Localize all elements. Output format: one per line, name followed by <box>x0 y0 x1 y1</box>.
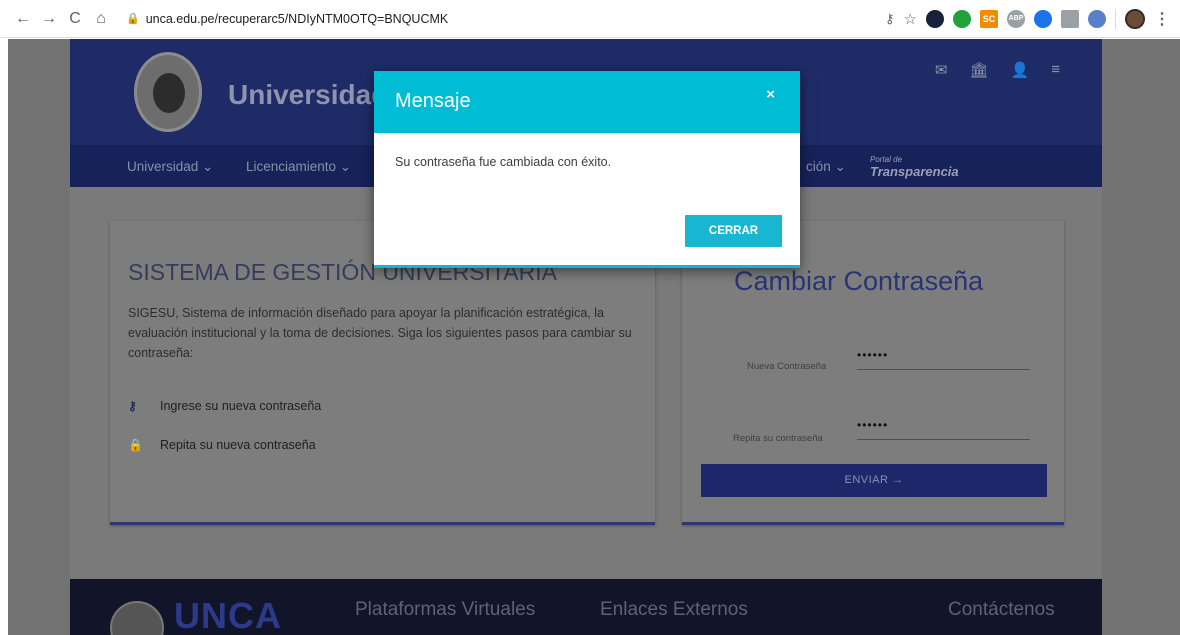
footer-logo <box>110 601 164 635</box>
extension-green-icon[interactable] <box>953 10 971 28</box>
dialog-title: Mensaje <box>395 90 471 112</box>
portal-label-top: Portal de <box>870 155 903 164</box>
toolbar-divider <box>1115 9 1116 29</box>
portal-transparencia-link[interactable]: Portal de Transparencia <box>870 155 959 179</box>
close-button[interactable]: CERRAR <box>685 215 782 247</box>
dialog-message: Su contraseña fue cambiada con éxito. <box>395 155 612 169</box>
mail-icon[interactable]: ✉ <box>935 61 948 79</box>
step-item: ⚷ Ingrese su nueva contraseña <box>128 399 321 413</box>
user-icon[interactable]: 👤 <box>1011 61 1030 79</box>
extension-sc-icon[interactable]: SC <box>980 10 998 28</box>
menu-universidad[interactable]: Universidad ⌄ <box>127 159 213 175</box>
more-vert-icon[interactable]: ⋮ <box>1154 9 1170 29</box>
lock-icon: 🔒 <box>126 13 140 25</box>
repeat-password-label: Repita su contraseña <box>733 433 823 444</box>
change-password-title: Cambiar Contraseña <box>734 266 984 296</box>
new-password-label: Nueva Contraseña <box>747 361 827 372</box>
header-icons: ✉ 🏛 👤 ≡ <box>935 61 1060 79</box>
footer-enlaces-externos[interactable]: Enlaces Externos <box>600 599 748 621</box>
logo-portrait <box>153 73 185 113</box>
new-password-input[interactable]: •••••• <box>857 348 1030 370</box>
footer-plataformas-virtuales[interactable]: Plataformas Virtuales <box>355 599 535 621</box>
dialog-header: Mensaje × <box>374 71 800 133</box>
extensions-area: ⚷ ☆ SC ABP ⋮ <box>885 9 1170 29</box>
home-icon[interactable]: ⌂ <box>90 10 112 28</box>
extension-grey-icon[interactable] <box>1061 10 1079 28</box>
back-arrow-icon[interactable]: ← <box>12 10 34 28</box>
menu-item-partial[interactable]: ción ⌄ <box>806 159 846 175</box>
reload-icon[interactable]: C <box>64 10 86 28</box>
site-title[interactable]: Universidad <box>228 79 388 111</box>
step-label: Ingrese su nueva contraseña <box>160 399 322 413</box>
hamburger-menu-icon[interactable]: ≡ <box>1051 61 1060 79</box>
profile-avatar[interactable] <box>1125 9 1145 29</box>
lock-icon: 🔒 <box>128 438 143 452</box>
message-dialog: Mensaje × Su contraseña fue cambiada con… <box>374 71 800 268</box>
step-label: Repita su nueva contraseña <box>160 438 316 452</box>
menu-licenciamiento[interactable]: Licenciamiento ⌄ <box>246 159 351 175</box>
browser-toolbar: ← → C ⌂ 🔒 unca.edu.pe/recuperarc5/NDIyNT… <box>0 0 1180 38</box>
url-host: unca.edu.pe <box>145 11 215 26</box>
footer-contactenos[interactable]: Contáctenos <box>948 599 1055 621</box>
repeat-password-input[interactable]: •••••• <box>857 418 1030 440</box>
university-logo[interactable] <box>134 52 202 132</box>
close-icon[interactable]: × <box>766 86 775 103</box>
extension-blue-icon[interactable] <box>1034 10 1052 28</box>
footer-logo-text: UNCA <box>174 595 282 635</box>
extension-dark-icon[interactable] <box>926 10 944 28</box>
key-icon: ⚷ <box>128 399 137 413</box>
submit-button[interactable]: ENVIAR → <box>701 464 1047 497</box>
step-item: 🔒 Repita su nueva contraseña <box>128 438 316 452</box>
site-footer: UNCA Plataformas Virtuales Enlaces Exter… <box>70 579 1102 635</box>
extension-globe-icon[interactable] <box>1088 10 1106 28</box>
forward-arrow-icon[interactable]: → <box>38 10 60 28</box>
system-description: SIGESU, Sistema de información diseñado … <box>128 306 632 360</box>
key-icon[interactable]: ⚷ <box>885 11 895 27</box>
adblock-icon[interactable]: ABP <box>1007 10 1025 28</box>
institution-icon[interactable]: 🏛 <box>970 61 989 79</box>
address-bar[interactable]: 🔒 unca.edu.pe/recuperarc5/NDIyNTM0OTQ=BN… <box>126 5 846 33</box>
portal-label-bottom: Transparencia <box>870 164 959 179</box>
bookmark-star-icon[interactable]: ☆ <box>904 10 917 28</box>
url-path: /recuperarc5/NDIyNTM0OTQ=BNQUCMK <box>214 11 449 26</box>
